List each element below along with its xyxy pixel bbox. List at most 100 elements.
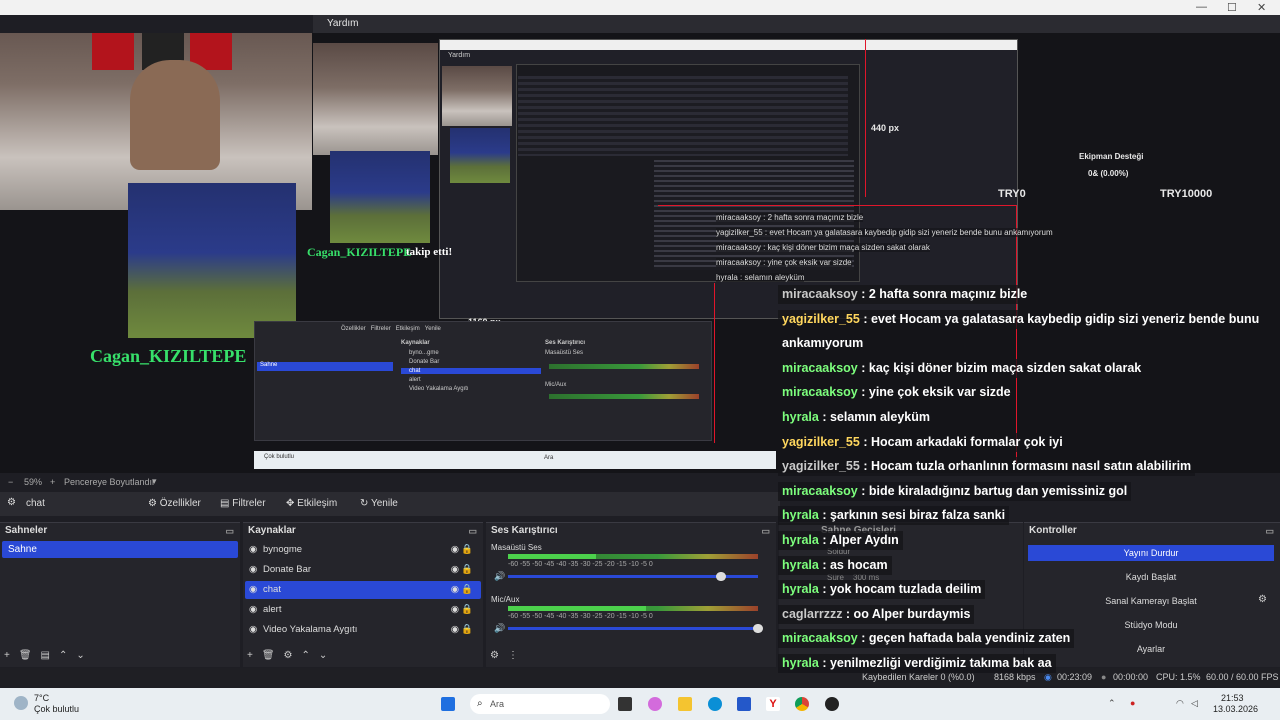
start-icon[interactable]: [441, 697, 455, 711]
source-type-icon: ◉: [249, 564, 258, 575]
zoom-level: 59%: [24, 477, 43, 487]
add-icon[interactable]: +: [4, 650, 10, 661]
chat-text: : yine çok eksik var sizde: [857, 385, 1011, 400]
filters-button[interactable]: ▤ Filtreler: [220, 496, 266, 512]
wifi-icon[interactable]: ◠: [1176, 698, 1184, 709]
zoom-out-button[interactable]: −: [8, 477, 13, 487]
chat-username: hyrala: [782, 410, 819, 424]
tray-icon[interactable]: ●: [1130, 698, 1135, 708]
store-icon[interactable]: [737, 697, 751, 711]
source-label: Video Yakalama Aygıtı: [263, 624, 358, 635]
source-item[interactable]: ◉ Donate Bar ◉ 🔒: [245, 561, 481, 579]
up-icon[interactable]: ⌃: [59, 650, 67, 661]
clock-time[interactable]: 21:53: [1221, 693, 1244, 703]
edge-icon[interactable]: [708, 697, 722, 711]
zoom-row: − 59% + Pencereye Boyutlandır ▾: [0, 475, 780, 489]
chat-message: hyrala : şarkının sesi biraz falza sanki: [778, 506, 1010, 526]
scene-item[interactable]: Sahne: [2, 541, 238, 558]
eye-icon[interactable]: ◉: [451, 561, 459, 579]
virtual-camera-button[interactable]: Sanal Kamerayı Başlat: [1028, 593, 1274, 609]
selected-source-name: chat: [26, 498, 45, 509]
clock-date[interactable]: 13.03.2026: [1213, 704, 1258, 714]
donate-title: Ekipman Desteği: [1079, 152, 1144, 161]
gear-icon[interactable]: ⚙: [1258, 594, 1267, 605]
eye-icon[interactable]: ◉: [451, 581, 459, 599]
source-type-icon: ◉: [249, 604, 258, 615]
more-icon[interactable]: ⋮: [508, 650, 518, 661]
chevron-down-icon[interactable]: ▾: [152, 476, 157, 487]
volume-handle[interactable]: [753, 624, 763, 633]
volume-handle[interactable]: [716, 572, 726, 581]
add-icon[interactable]: +: [247, 650, 253, 661]
chrome-icon[interactable]: [795, 697, 809, 711]
delete-icon[interactable]: 🗑: [262, 650, 275, 661]
volume-slider[interactable]: [508, 627, 758, 630]
lock-icon[interactable]: 🔒: [461, 561, 473, 579]
lock-icon[interactable]: 🔒: [461, 621, 473, 639]
up-icon[interactable]: ⌃: [302, 650, 310, 661]
chat-text: : selamın aleyküm: [818, 410, 931, 424]
source-item[interactable]: ◉ Video Yakalama Aygıtı ◉ 🔒: [245, 621, 481, 639]
chat-text: : yenilmezliği verdiğimiz takıma bak aa: [818, 656, 1052, 670]
interact-button[interactable]: ✥ Etkileşim: [286, 496, 337, 512]
lock-icon[interactable]: 🔒: [461, 581, 473, 599]
gear-icon[interactable]: ⚙: [284, 650, 293, 661]
properties-button[interactable]: ⚙ Özellikler: [148, 496, 201, 512]
source-label: chat: [263, 584, 281, 595]
chat-text: : as hocam: [818, 557, 888, 572]
start-recording-button[interactable]: Kaydı Başlat: [1028, 569, 1274, 585]
file-explorer-icon[interactable]: [678, 697, 692, 711]
scale-mode[interactable]: Pencereye Boyutlandır: [64, 477, 155, 487]
task-view-icon[interactable]: [618, 697, 632, 711]
lock-icon[interactable]: 🔒: [461, 541, 473, 559]
preview-canvas[interactable]: Yardım 440 px 1160 px TRY0 TRY10000 Ekip…: [0, 33, 1280, 473]
chat-message: hyrala : Alper Aydın: [778, 531, 903, 550]
yandex-icon[interactable]: Y: [766, 697, 780, 711]
speaker-icon[interactable]: 🔊: [494, 623, 505, 634]
lock-icon[interactable]: 🔒: [461, 601, 473, 619]
source-label: alert: [263, 604, 282, 615]
obs-icon[interactable]: [825, 697, 839, 711]
speaker-icon[interactable]: 🔊: [494, 571, 505, 582]
close-button[interactable]: ✕: [1257, 1, 1266, 14]
chat-text: : bide kiraladığınız bartug dan yemissin…: [857, 483, 1128, 498]
eye-icon[interactable]: ◉: [451, 601, 459, 619]
gear-icon[interactable]: ⚙: [490, 650, 499, 661]
goal-start: TRY0: [998, 188, 1026, 200]
down-icon[interactable]: ⌄: [76, 650, 84, 661]
nested-follow-name: Cagan_KIZILTEPE: [307, 245, 412, 259]
nested-chat-message: hyrala : selamın aleyküm: [716, 273, 805, 282]
bitrate: 8168 kbps: [994, 672, 1036, 682]
bounding-line: [714, 283, 715, 443]
bounding-line: [1016, 205, 1017, 463]
eye-icon[interactable]: ◉: [451, 541, 459, 559]
sources-dock: Kaynaklar ▭ ◉ bynogme ◉ 🔒 ◉ Donate Bar ◉ 🔒 ◉ chat ◉…: [243, 522, 483, 667]
source-item[interactable]: ◉ chat ◉ 🔒: [245, 581, 481, 599]
filter-icon[interactable]: ▤: [41, 650, 50, 661]
stop-stream-button[interactable]: Yayını Durdur: [1028, 545, 1274, 561]
level-fill: [508, 554, 596, 559]
controls-title: Kontroller ▭: [1024, 523, 1280, 539]
delete-icon[interactable]: 🗑: [19, 650, 32, 661]
menu-help[interactable]: Yardım: [327, 18, 359, 29]
copilot-icon[interactable]: [648, 697, 662, 711]
refresh-button[interactable]: ↻ Yenile: [360, 496, 398, 512]
chevron-up-icon[interactable]: ⌃: [1108, 698, 1116, 709]
eye-icon[interactable]: ◉: [451, 621, 459, 639]
maximize-button[interactable]: ☐: [1227, 1, 1237, 14]
source-item[interactable]: ◉ bynogme ◉ 🔒: [245, 541, 481, 559]
down-icon[interactable]: ⌄: [319, 650, 327, 661]
taskbar-search[interactable]: ⌕ Ara: [470, 694, 610, 714]
person-image: [130, 60, 220, 170]
source-label: Donate Bar: [263, 564, 312, 575]
volume-icon[interactable]: ◁: [1191, 698, 1198, 709]
chat-message: yagizilker_55 : evet Hocam ya galatasara…: [778, 309, 1264, 329]
status-bar: Kaybedilen Kareler 0 (%0.0) 8168 kbps ◉ …: [0, 668, 1280, 686]
source-item[interactable]: ◉ alert ◉ 🔒: [245, 601, 481, 619]
minimize-button[interactable]: —: [1196, 1, 1207, 13]
nested-taskbar: Çok bulutlu Ara: [254, 451, 776, 469]
zoom-in-button[interactable]: +: [50, 477, 55, 487]
meter-ticks: -60 -55 -50 -45 -40 -35 -30 -25 -20 -15 …: [508, 561, 653, 568]
source-type-icon: ◉: [249, 624, 258, 635]
dropped-frames: Kaybedilen Kareler 0 (%0.0): [862, 672, 975, 682]
